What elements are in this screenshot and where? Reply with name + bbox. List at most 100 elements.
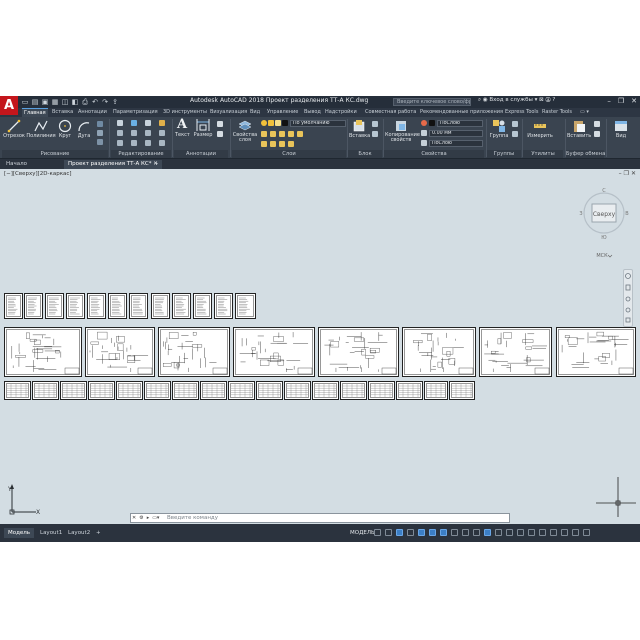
array-icon[interactable] xyxy=(145,140,151,146)
compass-east[interactable]: В xyxy=(625,211,629,217)
drawing-sheet[interactable] xyxy=(45,293,64,319)
drawing-sheet-table[interactable] xyxy=(312,381,339,400)
fillet-icon[interactable] xyxy=(145,130,151,136)
drawing-sheet-large[interactable] xyxy=(4,327,82,377)
isodraft-icon[interactable] xyxy=(418,529,425,536)
block-panel-title[interactable]: Блок xyxy=(348,150,382,158)
color-wheel-icon[interactable] xyxy=(421,120,427,126)
tab-start[interactable]: Начало xyxy=(2,160,31,169)
tab-collaborate[interactable]: Совместная работа xyxy=(365,109,416,115)
lineweight-display-icon[interactable] xyxy=(451,529,458,536)
layer-dropdown[interactable]: По умолчанию xyxy=(290,120,346,127)
hardware-acceleration-icon[interactable] xyxy=(561,529,568,536)
unlock-icon[interactable] xyxy=(275,120,281,126)
ortho-icon[interactable] xyxy=(396,529,403,536)
clipboard-panel-title[interactable]: Буфер обмена xyxy=(566,150,605,158)
annotation-panel-title[interactable]: Аннотации xyxy=(174,150,228,158)
drawing-sheet-large[interactable] xyxy=(318,327,399,377)
plot-icon[interactable]: ⎙ xyxy=(81,98,89,106)
utilities-panel-title[interactable]: Утилиты xyxy=(523,150,563,158)
new-file-icon[interactable]: ▭ xyxy=(21,98,29,106)
offset-icon[interactable] xyxy=(159,140,165,146)
draw-panel-title[interactable]: Рисование xyxy=(2,150,108,158)
annotation-monitor-icon[interactable] xyxy=(528,529,535,536)
layer-match-icon[interactable] xyxy=(261,131,267,137)
viewcube[interactable]: Сверху С Ю З В МСК xyxy=(576,183,632,263)
tab-visualize[interactable]: Визуализация xyxy=(210,109,247,115)
copy-clip-icon[interactable] xyxy=(594,131,600,137)
customize-icon[interactable]: ⚙ xyxy=(139,515,143,521)
selection-cycling-icon[interactable] xyxy=(473,529,480,536)
viewport-restore-icon[interactable]: ❐ xyxy=(624,170,629,177)
line-button[interactable]: Отрезок xyxy=(3,119,25,139)
drawing-sheet-table[interactable] xyxy=(449,381,475,400)
match-properties-button[interactable]: Копирование свойств xyxy=(385,119,420,143)
leader-icon[interactable] xyxy=(217,121,223,127)
layer-lock-icon[interactable] xyxy=(297,131,303,137)
redo-icon[interactable]: ↷ xyxy=(101,98,109,106)
tab-insert[interactable]: Вставка xyxy=(52,109,73,115)
viewport-minimize-icon[interactable]: – xyxy=(619,170,622,177)
drawing-sheet-table[interactable] xyxy=(60,381,87,400)
circle-button[interactable]: Круг xyxy=(57,119,73,139)
object-snap-tracking-icon[interactable] xyxy=(429,529,436,536)
snap-icon[interactable] xyxy=(385,529,392,536)
drawing-sheet-large[interactable] xyxy=(479,327,552,377)
compass-north[interactable]: С xyxy=(602,188,606,194)
tab-annotate[interactable]: Аннотации xyxy=(78,109,107,115)
drawing-sheet-large[interactable] xyxy=(85,327,155,377)
text-button[interactable]: A Текст xyxy=(175,118,190,139)
showmotion-icon[interactable] xyxy=(625,317,631,323)
explode-icon[interactable] xyxy=(159,130,165,136)
drawing-sheet-table[interactable] xyxy=(340,381,367,400)
close-icon[interactable]: ✕ xyxy=(631,97,637,105)
rotate-icon[interactable] xyxy=(131,120,137,126)
drawing-sheet-table[interactable] xyxy=(284,381,311,400)
drawing-sheet-table[interactable] xyxy=(396,381,423,400)
trim-icon[interactable] xyxy=(145,120,151,126)
drawing-canvas[interactable]: [−][Сверху][2D-каркас] – ❐ ✕ Сверху С Ю … xyxy=(0,169,640,524)
table-icon[interactable] xyxy=(217,131,223,137)
close-command-line-icon[interactable]: ✕ xyxy=(132,515,136,521)
drawing-sheet-table[interactable] xyxy=(4,381,31,400)
layer-unlock-icon[interactable] xyxy=(288,141,294,147)
view-button[interactable]: Вид xyxy=(610,119,632,139)
compass-west[interactable]: З xyxy=(579,211,582,217)
sun-icon[interactable] xyxy=(268,120,274,126)
share-icon[interactable]: ⇪ xyxy=(111,98,119,106)
lightbulb-icon[interactable] xyxy=(261,120,267,126)
units-icon[interactable] xyxy=(539,529,546,536)
command-input[interactable]: Введите команду xyxy=(167,514,218,523)
help-icon[interactable]: ? xyxy=(552,97,555,103)
mirror-icon[interactable] xyxy=(131,130,137,136)
annotation-visibility-icon[interactable] xyxy=(484,529,491,536)
layer-isolate-icon[interactable] xyxy=(270,131,276,137)
dimension-button[interactable]: Размер xyxy=(193,118,213,138)
gradient-icon[interactable] xyxy=(97,139,103,145)
new-tab-icon[interactable]: + xyxy=(150,160,163,169)
drawing-sheet-table[interactable] xyxy=(88,381,115,400)
polar-icon[interactable] xyxy=(407,529,414,536)
drawing-sheet-table[interactable] xyxy=(228,381,255,400)
chevron-down-icon[interactable]: ▾ xyxy=(535,97,538,103)
rectangle-icon[interactable] xyxy=(97,121,103,127)
layout-tab-model[interactable]: Модель xyxy=(4,528,35,538)
drawing-sheet[interactable] xyxy=(151,293,170,319)
undo-icon[interactable]: ↶ xyxy=(91,98,99,106)
ungroup-icon[interactable] xyxy=(512,121,518,127)
drawing-sheet-large[interactable] xyxy=(556,327,636,377)
customization-icon[interactable] xyxy=(583,529,590,536)
recent-commands-icon[interactable]: ▸ xyxy=(147,515,150,521)
paste-button[interactable]: Вставить xyxy=(567,119,591,139)
hatch-icon[interactable] xyxy=(97,130,103,136)
create-block-icon[interactable] xyxy=(372,121,378,127)
restore-icon[interactable]: ❐ xyxy=(618,97,624,105)
drawing-sheet[interactable] xyxy=(172,293,191,319)
pan-icon[interactable] xyxy=(625,284,631,291)
drawing-sheet-table[interactable] xyxy=(424,381,448,400)
sign-in-button[interactable]: ⌕ ◉ Вход в службы ▾ ⊠ Ⓐ ? xyxy=(478,97,555,104)
tab-view[interactable]: Вид xyxy=(250,109,260,115)
drawing-sheet-large[interactable] xyxy=(158,327,230,377)
open-web-icon[interactable]: ◫ xyxy=(61,98,69,106)
groups-panel-title[interactable]: Группы xyxy=(487,150,521,158)
